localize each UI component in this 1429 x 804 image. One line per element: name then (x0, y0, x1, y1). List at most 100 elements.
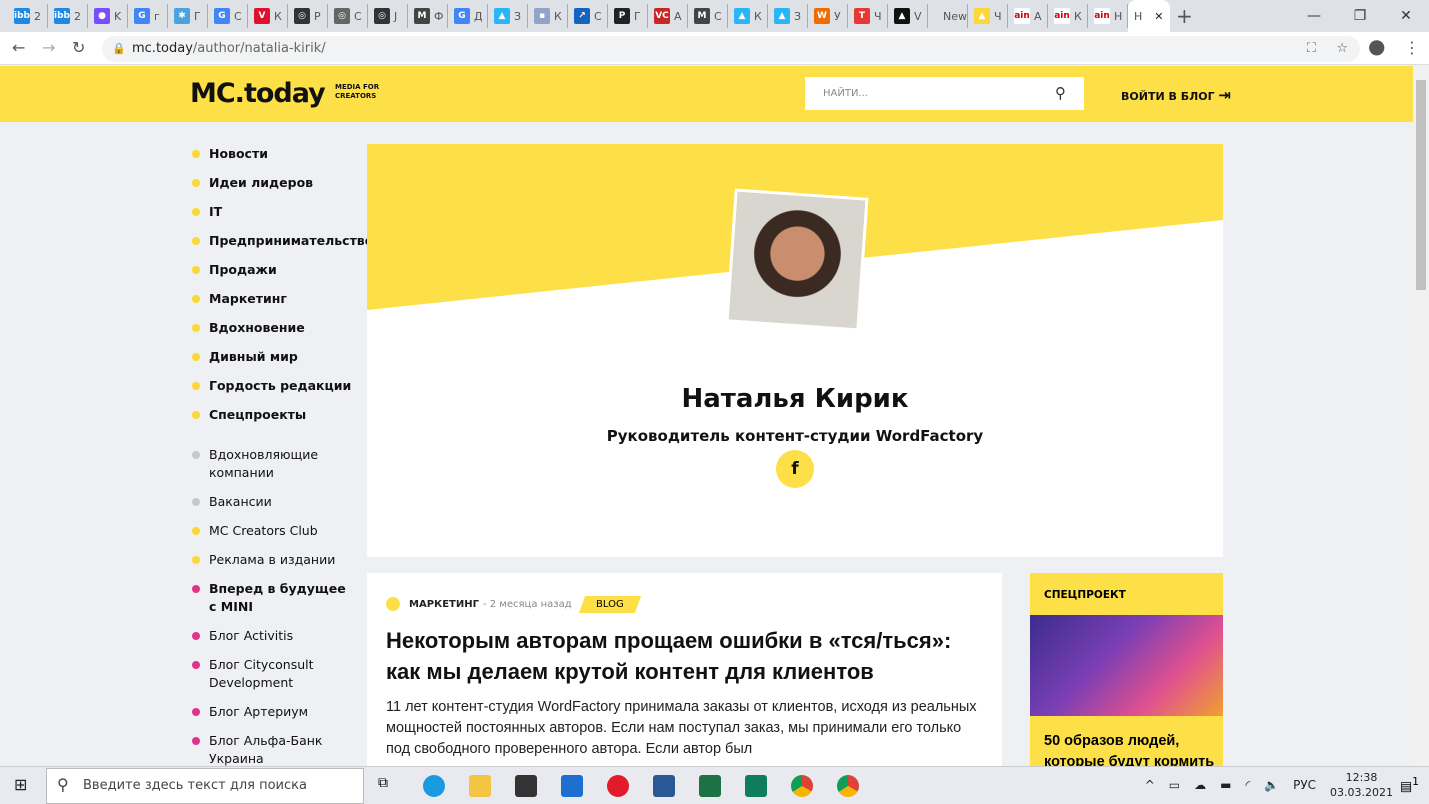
browser-tab[interactable]: ↗ С (568, 4, 608, 28)
browser-tab[interactable]: ibb 2 (48, 4, 88, 28)
browser-tab[interactable]: ◎ Ј (368, 4, 408, 28)
close-window-button[interactable]: ✕ (1383, 0, 1429, 32)
browser-tab[interactable]: GД (448, 4, 488, 28)
facebook-icon[interactable]: f (776, 450, 814, 488)
opera-icon[interactable] (607, 775, 629, 797)
article-category[interactable]: МАРКЕТИНГ (409, 599, 479, 610)
notifications-icon[interactable]: ▤1 (1400, 775, 1419, 794)
search-input[interactable]: НАЙТИ... ⚲ (805, 77, 1084, 110)
login-button[interactable]: ВОЙТИ В БЛОГ ⇥ (1121, 86, 1231, 104)
browser-tab[interactable]: ◎ Р (288, 4, 328, 28)
browser-tab[interactable]: ain К (1048, 4, 1088, 28)
sidebar-item[interactable]: Вакансии (192, 493, 357, 511)
menu-icon[interactable]: ⋮ (1404, 38, 1420, 57)
browser-tab[interactable]: ain А (1008, 4, 1048, 28)
wifi-icon[interactable]: ◜ (1245, 778, 1250, 792)
translate-icon[interactable]: ⛶ (1307, 36, 1316, 62)
browser-tab[interactable]: VК (248, 4, 288, 28)
search-icon[interactable]: ⚲ (1055, 84, 1066, 102)
url-input[interactable]: 🔒 mc.today/author/natalia-kirik/ ⛶ ☆ (102, 36, 1360, 62)
browser-tab[interactable]: ▲ З (768, 4, 808, 28)
browser-tab[interactable]: ibb 2 (8, 4, 48, 28)
article-title[interactable]: Некоторым авторам прощаем ошибки в «тся/… (386, 625, 983, 687)
forward-icon[interactable]: → (42, 38, 55, 57)
sidebar-item[interactable]: Продажи (192, 261, 357, 279)
browser-tab[interactable]: ▲ V (888, 4, 928, 28)
minimize-button[interactable]: — (1291, 0, 1337, 32)
browser-tab[interactable]: ▲ К (728, 4, 768, 28)
mail-icon[interactable] (561, 775, 583, 797)
chevron-up-icon[interactable]: ^ (1145, 778, 1155, 792)
browser-tab[interactable]: GС (208, 4, 248, 28)
maximize-button[interactable]: ❐ (1337, 0, 1383, 32)
store-icon[interactable] (515, 775, 537, 797)
browser-tab[interactable]: ▲ З (488, 4, 528, 28)
browser-tab[interactable]: ain Н (1088, 4, 1128, 28)
app-icon[interactable] (745, 775, 767, 797)
browser-tab[interactable]: ▪ К (528, 4, 568, 28)
browser-tab[interactable]: VC А (648, 4, 688, 28)
active-tab[interactable]: Н ✕ (1128, 0, 1170, 32)
volume-icon[interactable]: 🔈 (1264, 778, 1279, 792)
sidebar-item[interactable]: Дивный мир (192, 348, 357, 366)
sidebar-item[interactable]: Новости (192, 145, 357, 163)
edge-icon[interactable] (423, 775, 445, 797)
excel-icon[interactable] (699, 775, 721, 797)
scrollbar-thumb[interactable] (1416, 80, 1426, 290)
taskbar-search[interactable]: ⚲ Введите здесь текст для поиска (46, 768, 364, 804)
browser-tab[interactable]: MС (688, 4, 728, 28)
sidebar-item[interactable]: Блог Артериум (192, 703, 357, 721)
battery-icon[interactable]: ▬ (1220, 778, 1231, 792)
back-icon[interactable]: ← (12, 38, 25, 57)
sidebar-item[interactable]: Гордость редакции (192, 377, 357, 395)
browser-tab[interactable]: WУ (808, 4, 848, 28)
sidebar-item[interactable]: Вдохновляющие компании (192, 446, 357, 482)
sidebar-item[interactable]: Предпринимательство (192, 232, 373, 250)
close-tab-icon[interactable]: ✕ (1154, 10, 1163, 23)
sidebar-item[interactable]: Реклама в издании (192, 551, 357, 569)
profile-icon[interactable]: ● (1368, 34, 1385, 58)
browser-tab[interactable]: ✱ Г (168, 4, 208, 28)
site-logo[interactable]: MC.today MEDIA FOR CREATORS (190, 78, 379, 109)
sidebar-item[interactable]: Блог Activitis (192, 627, 357, 645)
tab-favicon-icon: ◎ (294, 8, 310, 24)
browser-tab[interactable]: New (928, 4, 968, 28)
browser-tab[interactable]: Gг (128, 4, 168, 28)
scrollbar[interactable] (1413, 66, 1429, 766)
sidebar-item[interactable]: Вдохновение (192, 319, 357, 337)
sidebar-dot (192, 411, 200, 419)
browser-tab[interactable]: PГ (608, 4, 648, 28)
special-title[interactable]: 50 образов людей, которые будут кормить (1044, 731, 1223, 766)
sidebar-item[interactable]: IT (192, 203, 357, 221)
windows-start-icon[interactable]: ⊞ (14, 775, 27, 794)
browser-tab[interactable]: ▲ Ч (968, 4, 1008, 28)
chrome-icon-2[interactable] (837, 775, 859, 797)
article-card[interactable]: МАРКЕТИНГ - 2 месяца назад BLOG Некоторы… (367, 573, 1002, 766)
browser-tab[interactable]: ◎ С (328, 4, 368, 28)
file-explorer-icon[interactable] (469, 775, 491, 797)
language-indicator[interactable]: РУС (1293, 778, 1316, 792)
sidebar-item[interactable]: Идеи лидеров (192, 174, 357, 192)
sidebar-item[interactable]: Спецпроекты (192, 406, 357, 424)
sidebar-item[interactable]: Блог Cityconsult Development (192, 656, 357, 692)
sidebar-item[interactable]: Маркетинг (192, 290, 357, 308)
new-tab-button[interactable]: + (1170, 4, 1210, 28)
browser-tab[interactable]: MФ (408, 4, 448, 28)
sidebar-item[interactable]: Вперед в будущее с MINI (192, 580, 357, 616)
browser-tab[interactable]: TЧ (848, 4, 888, 28)
sidebar-dot (192, 353, 200, 361)
task-view-icon[interactable]: ⧉ (378, 775, 400, 797)
star-icon[interactable]: ☆ (1336, 36, 1348, 62)
special-project-card[interactable]: СПЕЦПРОЕКТ 50 образов людей, которые буд… (1030, 573, 1223, 766)
system-tray: ^ ▭ ☁ ▬ ◜ 🔈 РУС 12:38 03.03.2021 (1145, 770, 1393, 800)
reload-icon[interactable]: ↻ (72, 38, 85, 57)
word-icon[interactable] (653, 775, 675, 797)
meet-icon[interactable]: ▭ (1169, 778, 1180, 792)
sidebar-item[interactable]: Блог Альфа-Банк Украина (192, 732, 357, 768)
chrome-icon[interactable] (791, 775, 813, 797)
onedrive-icon[interactable]: ☁ (1194, 778, 1206, 792)
sidebar-item[interactable]: MC Creators Club (192, 522, 357, 540)
tab-favicon-icon: G (214, 8, 230, 24)
browser-tab[interactable]: ● K (88, 4, 128, 28)
clock[interactable]: 12:38 03.03.2021 (1330, 770, 1393, 800)
